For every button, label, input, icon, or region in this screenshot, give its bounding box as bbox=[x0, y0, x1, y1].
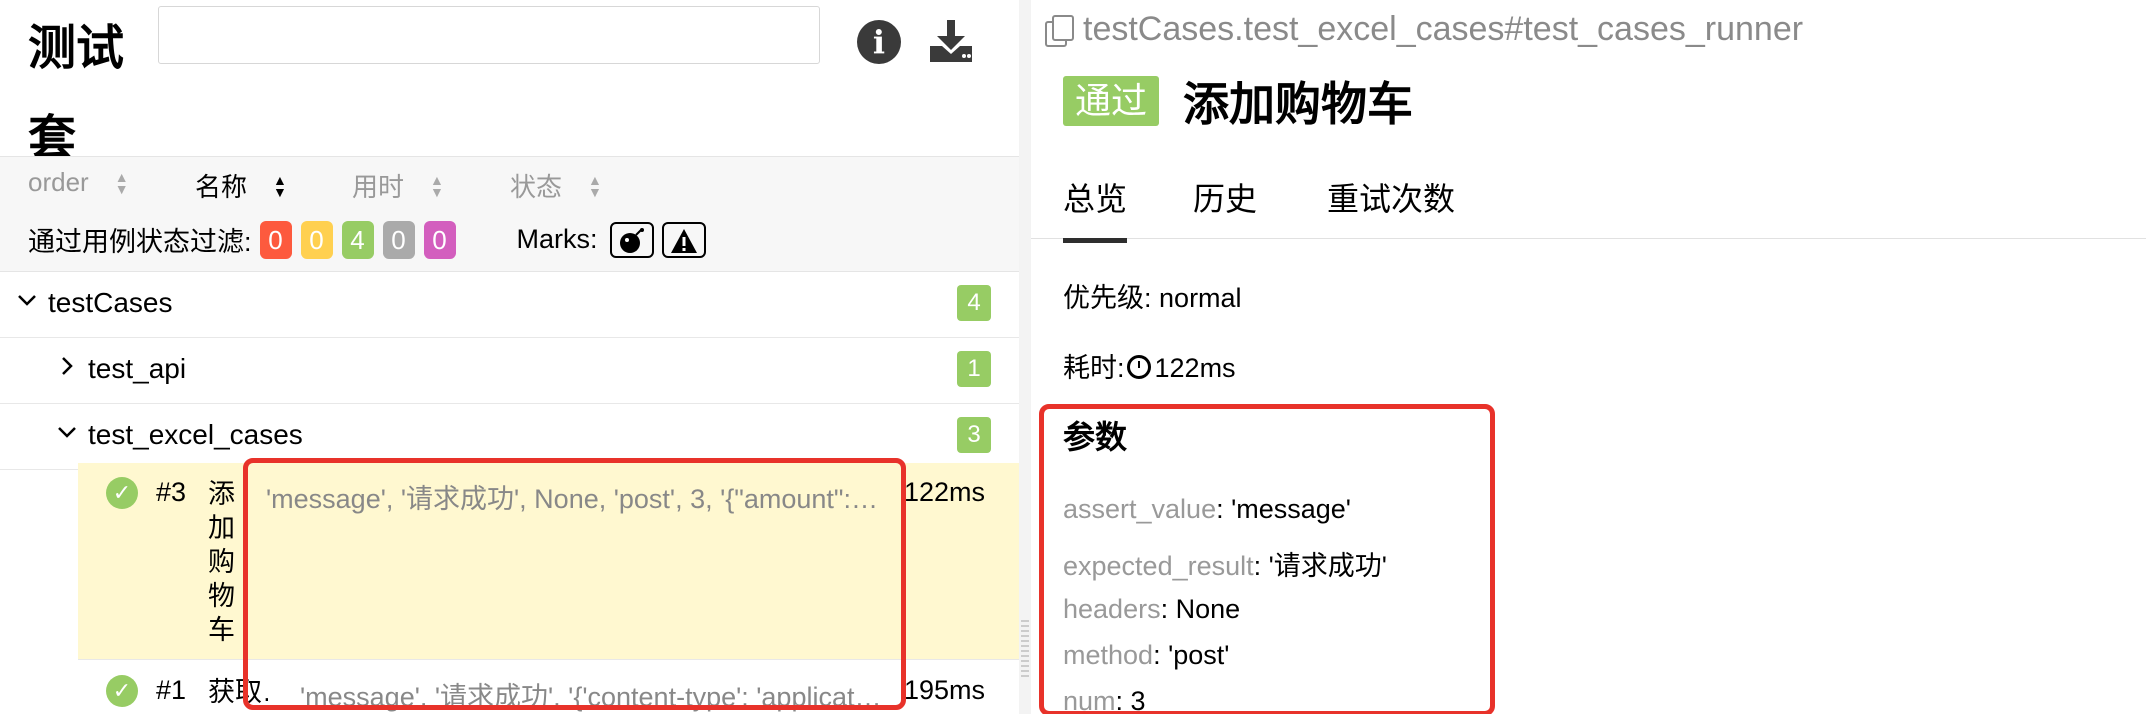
search-input[interactable] bbox=[158, 6, 820, 64]
param-key: expected_result bbox=[1063, 551, 1254, 581]
tree-group-test-api[interactable]: test_api 1 bbox=[0, 337, 1019, 404]
test-title: 添加购物车 bbox=[1183, 78, 1413, 130]
params-title: 参数 bbox=[1063, 419, 1128, 455]
chevron-down-icon bbox=[56, 421, 78, 449]
copy-icon[interactable] bbox=[1043, 14, 1074, 47]
case-name: 获取… bbox=[208, 677, 268, 707]
case-order: #1 bbox=[156, 675, 187, 705]
filter-unknown-toggle[interactable]: 0 bbox=[423, 220, 456, 259]
sort-arrows-icon: ▲ ▼ bbox=[430, 171, 444, 200]
sort-by-order[interactable]: order ▲ ▼ bbox=[28, 167, 129, 198]
filter-failed-toggle[interactable]: 0 bbox=[259, 220, 292, 259]
chevron-right-icon bbox=[56, 355, 78, 383]
param-key: method bbox=[1063, 640, 1154, 670]
filter-broken-toggle[interactable]: 0 bbox=[300, 220, 333, 259]
filter-passed-toggle[interactable]: 4 bbox=[341, 220, 374, 259]
param-value: : 'message' bbox=[1216, 494, 1351, 524]
param-value: : None bbox=[1160, 594, 1241, 624]
param-key: num bbox=[1063, 686, 1116, 714]
status-filter: 通过用例状态过滤: 0 0 4 0 0 Marks: bbox=[28, 220, 714, 259]
test-case-row[interactable]: ✓ #3 添加购物车 'message', '请求成功', None, 'pos… bbox=[78, 463, 1019, 660]
param-value: : 3 bbox=[1115, 686, 1146, 714]
param-row: headers: None bbox=[1063, 594, 1240, 625]
clock-icon bbox=[1126, 355, 1151, 379]
case-order: #3 bbox=[156, 477, 187, 507]
duration-line: 耗时: 122ms bbox=[1063, 346, 1236, 385]
param-row: expected_result: '请求成功' bbox=[1063, 544, 1387, 583]
param-value: : 'post' bbox=[1153, 640, 1230, 670]
test-suite-pane: 测试套 i order ▲ ▼ 名称 ▲ ▼ 用时 ▲ ▼ 状态 ▲ ▼ 通过用例状态过 bbox=[0, 0, 1019, 714]
param-key: headers bbox=[1063, 594, 1161, 624]
test-detail-pane: testCases.test_excel_cases#test_cases_ru… bbox=[1031, 0, 2146, 714]
pane-splitter[interactable] bbox=[1019, 0, 1031, 714]
tree-group-label: test_api bbox=[88, 353, 187, 384]
chevron-down-icon bbox=[16, 289, 38, 317]
warning-icon[interactable] bbox=[661, 221, 706, 258]
marks-label: Marks: bbox=[516, 224, 598, 254]
tree-group-label: testCases bbox=[48, 287, 173, 318]
sort-bar: order ▲ ▼ 名称 ▲ ▼ 用时 ▲ ▼ 状态 ▲ ▼ 通过用例状态过滤: 0 0… bbox=[0, 156, 1019, 272]
bomb-icon[interactable] bbox=[609, 221, 654, 258]
count-badge: 1 bbox=[957, 351, 991, 387]
tree-group-testcases[interactable]: testCases 4 bbox=[0, 271, 1019, 338]
breadcrumb-text: testCases.test_excel_cases#test_cases_ru… bbox=[1083, 10, 1804, 48]
sort-label: 状态 bbox=[510, 172, 563, 202]
priority-label: 优先级: bbox=[1063, 283, 1152, 313]
detail-tabs: 总览 历史 重试次数 bbox=[1031, 168, 2146, 243]
tree-group-test-excel-cases[interactable]: test_excel_cases 3 bbox=[0, 403, 1019, 470]
filter-label: 通过用例状态过滤: bbox=[28, 227, 252, 257]
splitter-grip[interactable] bbox=[1021, 620, 1029, 680]
sort-by-name[interactable]: 名称 ▲ ▼ bbox=[195, 167, 287, 204]
case-params: 'message', '请求成功', '{'content-type': 'ap… bbox=[300, 682, 882, 712]
sort-label: 名称 bbox=[195, 172, 248, 202]
case-params: 'message', '请求成功', None, 'post', 3, '{"a… bbox=[266, 484, 878, 514]
check-circle-icon: ✓ bbox=[106, 675, 138, 707]
filter-skipped-toggle[interactable]: 0 bbox=[382, 220, 415, 259]
duration-value: 122ms bbox=[1154, 353, 1236, 383]
tab-history[interactable]: 历史 bbox=[1193, 174, 1257, 238]
status-badge: 通过 bbox=[1063, 76, 1160, 126]
sort-label: 用时 bbox=[352, 172, 405, 202]
info-icon[interactable]: i bbox=[857, 20, 901, 64]
sort-label: order bbox=[28, 167, 89, 197]
tab-overview[interactable]: 总览 bbox=[1063, 174, 1128, 243]
sort-arrows-icon: ▲ ▼ bbox=[114, 168, 129, 197]
sort-by-status[interactable]: 状态 ▲ ▼ bbox=[510, 167, 602, 204]
breadcrumb: testCases.test_excel_cases#test_cases_ru… bbox=[1043, 10, 1803, 49]
test-case-row[interactable]: ✓ #1 获取… 'message', '请求成功', '{'content-t… bbox=[78, 661, 1019, 714]
case-name: 添加购物车 bbox=[208, 479, 235, 645]
priority-value: normal bbox=[1159, 283, 1242, 313]
case-duration: 122ms bbox=[904, 477, 986, 507]
count-badge: 3 bbox=[957, 417, 991, 453]
param-value: : '请求成功' bbox=[1253, 551, 1387, 581]
tab-retries[interactable]: 重试次数 bbox=[1327, 174, 1455, 238]
sort-arrows-icon: ▲ ▼ bbox=[273, 171, 287, 200]
param-row: method: 'post' bbox=[1063, 640, 1229, 671]
sort-by-duration[interactable]: 用时 ▲ ▼ bbox=[352, 167, 444, 204]
priority-line: 优先级: normal bbox=[1063, 276, 1242, 315]
count-badge: 4 bbox=[957, 285, 991, 321]
param-row: assert_value: 'message' bbox=[1063, 494, 1351, 525]
check-circle-icon: ✓ bbox=[106, 477, 138, 509]
download-icon[interactable] bbox=[926, 16, 976, 66]
param-row: num: 3 bbox=[1063, 686, 1146, 714]
tree-group-label: test_excel_cases bbox=[88, 419, 303, 450]
param-key: assert_value bbox=[1063, 494, 1217, 524]
duration-label: 耗时: bbox=[1063, 353, 1125, 383]
sort-arrows-icon: ▲ ▼ bbox=[588, 171, 602, 200]
case-duration: 195ms bbox=[904, 675, 986, 705]
